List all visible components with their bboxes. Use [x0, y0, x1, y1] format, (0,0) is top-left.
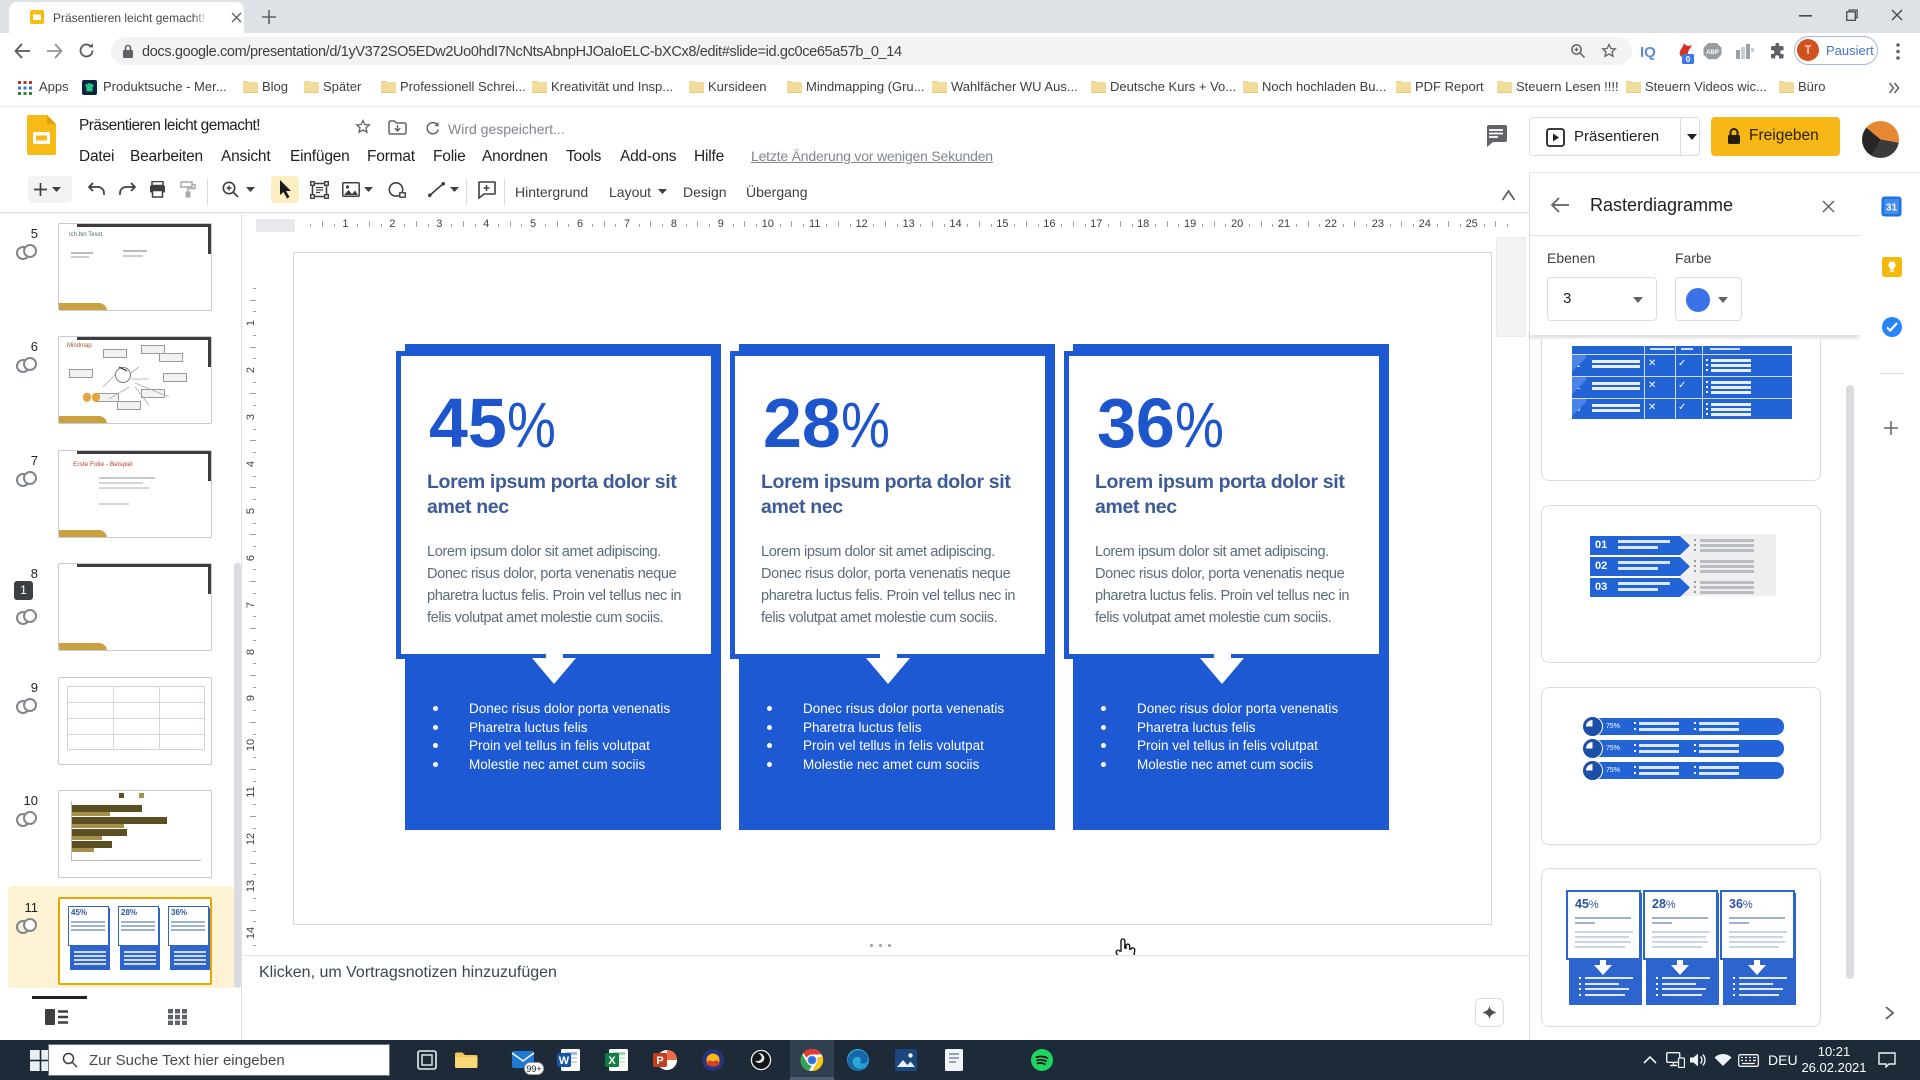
svg-text:31: 31 [1886, 203, 1898, 214]
svg-text:X: X [608, 1055, 616, 1067]
svg-text:0: 0 [1686, 55, 1691, 64]
svg-text:W: W [559, 1055, 570, 1067]
svg-text:ABP: ABP [1706, 50, 1719, 56]
svg-text:P: P [656, 1055, 663, 1067]
